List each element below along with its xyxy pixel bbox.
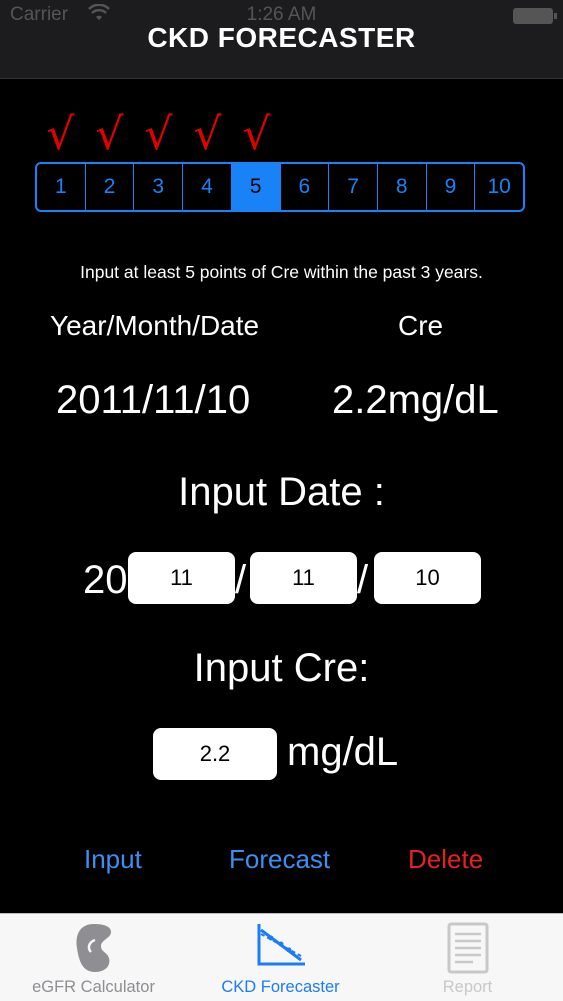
date-separator: / xyxy=(357,558,369,602)
date-separator: / xyxy=(235,558,247,602)
point-segment-7[interactable]: 7 xyxy=(329,164,378,210)
checkmark-icon: √ xyxy=(144,109,173,160)
input-cre-label: Input Cre: xyxy=(193,646,370,690)
checkmark-icon: √ xyxy=(242,109,271,160)
tab-label: Report xyxy=(442,978,493,996)
point-segment-4[interactable]: 4 xyxy=(183,164,232,210)
current-date-value: 2011/11/10 xyxy=(56,378,251,422)
point-segment-10[interactable]: 10 xyxy=(475,164,523,210)
date-column-header: Year/Month/Date xyxy=(50,310,260,341)
tab-label: CKD Forecaster xyxy=(221,978,340,996)
graph-icon xyxy=(253,920,309,975)
forecast-button[interactable]: Forecast xyxy=(229,844,330,875)
checkmark-icon: √ xyxy=(46,109,75,160)
tab-label: eGFR Calculator xyxy=(32,978,155,996)
current-cre-value: 2.2mg/dL xyxy=(332,378,499,422)
point-segment-2[interactable]: 2 xyxy=(86,164,135,210)
cre-column-header: Cre xyxy=(398,310,444,341)
cre-unit-label: mg/dL xyxy=(287,730,399,774)
point-segment-6[interactable]: 6 xyxy=(281,164,330,210)
cre-field[interactable] xyxy=(153,728,277,780)
page-title: CKD FORECASTER xyxy=(147,22,416,53)
instruction-text: Input at least 5 points of Cre within th… xyxy=(80,262,483,282)
tab-report[interactable]: Report xyxy=(374,914,561,1001)
tab-ckd-forecaster[interactable]: CKD Forecaster xyxy=(187,914,374,1001)
point-segment-9[interactable]: 9 xyxy=(427,164,476,210)
input-date-label: Input Date : xyxy=(178,470,385,514)
point-segment-8[interactable]: 8 xyxy=(378,164,427,210)
input-button[interactable]: Input xyxy=(84,844,142,875)
delete-button[interactable]: Delete xyxy=(408,844,483,875)
year-prefix: 20 xyxy=(83,558,128,602)
navigation-bar: Carrier 1:26 AM CKD FORECASTER xyxy=(0,0,563,79)
report-icon xyxy=(443,920,493,981)
kidney-icon xyxy=(69,920,119,981)
day-field[interactable] xyxy=(374,552,481,604)
checkmark-icon: √ xyxy=(95,109,124,160)
point-segment-5[interactable]: 5 xyxy=(231,164,281,210)
point-segment-3[interactable]: 3 xyxy=(134,164,184,210)
point-segment-1[interactable]: 1 xyxy=(37,164,86,210)
point-selector: 1 2 3 4 5 6 7 8 9 10 xyxy=(35,162,525,212)
month-field[interactable] xyxy=(250,552,357,604)
checkmark-icon: √ xyxy=(193,109,222,160)
tab-bar: eGFR Calculator CKD Forecaster Report xyxy=(0,913,563,1001)
year-field[interactable] xyxy=(128,552,235,604)
tab-egfr-calculator[interactable]: eGFR Calculator xyxy=(0,914,187,1001)
